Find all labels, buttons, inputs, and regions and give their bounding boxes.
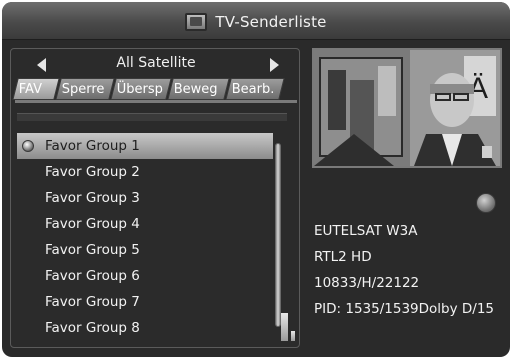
info-pid: PID: 1535/1539Dolby D/15 [314, 301, 494, 317]
list-item[interactable]: Favor Group 1 [17, 133, 273, 159]
favor-group-list: Favor Group 1 Favor Group 2 Favor Group … [17, 133, 273, 343]
tab-bar: FAV Sperre Übersp Beweg Bearb. [12, 78, 297, 100]
list-item[interactable]: Favor Group 8 [17, 315, 273, 341]
video-preview: Ä [312, 48, 502, 168]
arrow-right-icon[interactable] [270, 58, 279, 72]
signal-level-icon [281, 311, 301, 341]
list-item[interactable]: Favor Group 7 [17, 289, 273, 315]
tab-beweg[interactable]: Beweg [167, 78, 230, 100]
info-satellite: EUTELSAT W3A [314, 223, 418, 239]
satellite-name: All Satellite [116, 55, 196, 71]
tab-uebersp[interactable]: Übersp [110, 78, 172, 100]
satellite-selector[interactable]: All Satellite [17, 53, 295, 75]
page-title: TV-Senderliste [215, 13, 327, 31]
list-item[interactable]: Favor Group 6 [17, 263, 273, 289]
list-item[interactable]: Favor Group 3 [17, 185, 273, 211]
tab-sperre[interactable]: Sperre [55, 78, 115, 100]
tab-bearb[interactable]: Bearb. [225, 78, 285, 100]
tv-icon [185, 13, 208, 31]
tab-fav[interactable]: FAV [12, 78, 60, 100]
list-scrollbar[interactable] [275, 143, 281, 327]
channel-info: EUTELSAT W3A RTL2 HD 10833/H/22122 PID: … [314, 220, 510, 324]
list-header-bar [17, 113, 287, 121]
scrollbar-thumb[interactable] [276, 144, 280, 326]
round-button-icon[interactable] [476, 193, 496, 213]
channel-list-panel: All Satellite FAV Sperre Übersp Beweg Be… [10, 48, 300, 348]
info-transponder: 10833/H/22122 [314, 275, 420, 291]
info-channel: RTL2 HD [314, 249, 372, 265]
list-item[interactable]: Favor Group 5 [17, 237, 273, 263]
preview-image: Ä [314, 50, 500, 166]
tv-channel-list-screen: TV-Senderliste All Satellite FAV Sperre … [2, 2, 510, 357]
tab-underline [15, 100, 297, 103]
list-item[interactable]: Favor Group 2 [17, 159, 273, 185]
list-item[interactable]: Favor Group 4 [17, 211, 273, 237]
favorite-bullet-icon [22, 140, 34, 152]
title-bar: TV-Senderliste [2, 2, 510, 40]
